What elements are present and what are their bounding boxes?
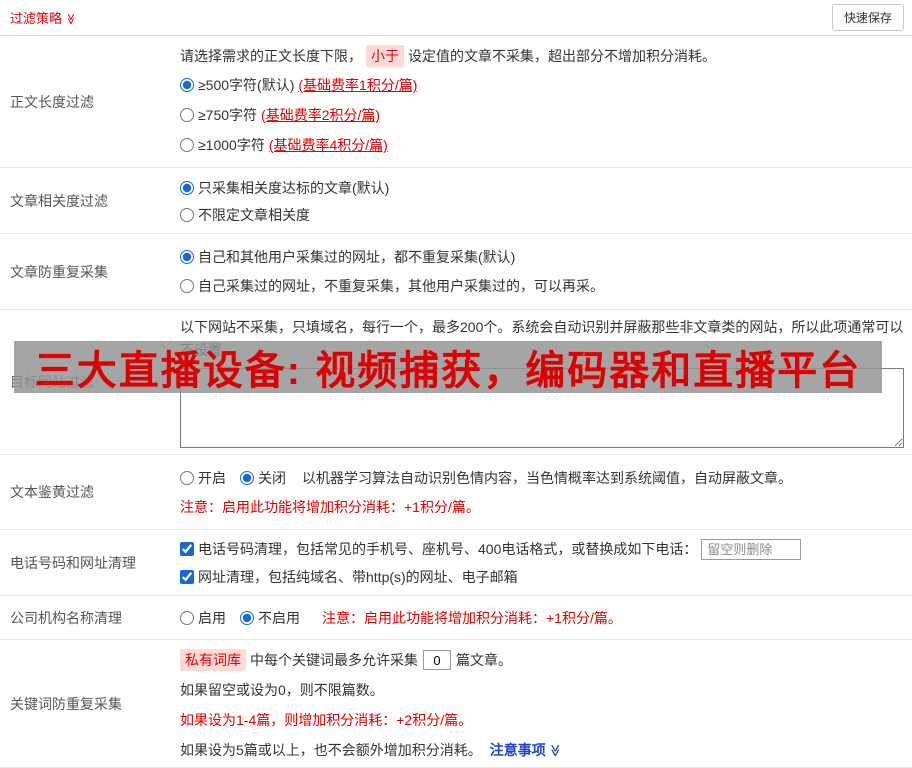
intro-text-post: 设定值的文章不采集，超出部分不增加积分消耗。 (408, 48, 716, 64)
company-clean-radio-on[interactable] (180, 610, 194, 625)
watermark-text: 三大直播设备: 视频捕获，编码器和直播平台 (34, 349, 862, 393)
option-label: 不启用 (258, 609, 300, 626)
company-clean-option-on[interactable]: 启用 (180, 608, 226, 628)
intro-highlight: 小于 (366, 45, 404, 67)
section-porn-filter: 文本鉴黄过滤 开启 关闭 以机器学习算法自动识别色情内容，当色情概率达到系统阈值… (0, 455, 912, 530)
option-label: 不限定文章相关度 (198, 206, 310, 223)
page-title-text: 过滤策略 (10, 11, 63, 26)
section-label-length: 正文长度过滤 (10, 93, 94, 110)
watermark-overlay: 三大直播设备: 视频捕获，编码器和直播平台 (14, 341, 882, 393)
topbar: 过滤策略 ≫ 快速保存 (0, 0, 912, 36)
keyword-note-unlimited: 如果留空或设为0，则不限篇数。 (180, 682, 384, 698)
option-label: 自己采集过的网址，不重复采集，其他用户采集过的，可以再采。 (198, 277, 604, 294)
length-radio-1000[interactable] (180, 138, 194, 152)
section-label-relevance: 文章相关度过滤 (10, 192, 108, 209)
page-title[interactable]: 过滤策略 ≫ (10, 8, 78, 27)
length-intro: 请选择需求的正文长度下限， 小于 设定值的文章不采集，超出部分不增加积分消耗。 (180, 42, 904, 70)
option-label: 开启 (198, 470, 226, 486)
phone-replace-input[interactable] (701, 538, 802, 560)
section-keyword-dedup: 关键词防重复采集 私有词库 中每个关键词最多允许采集 篇文章。 如果留空或设为0… (0, 640, 912, 768)
porn-radio-on[interactable] (180, 471, 194, 485)
private-lexicon-highlight: 私有词库 (180, 649, 246, 671)
section-dedup-filter: 文章防重复采集 自己和其他用户采集过的网址，都不重复采集(默认) 自己采集过的网… (0, 234, 912, 310)
company-clean-option-off[interactable]: 不启用 (240, 608, 300, 628)
dedup-radio-all-users[interactable] (180, 249, 194, 264)
keyword-note-free: 如果设为5篇或以上，也不会额外增加积分消耗。 (180, 742, 482, 758)
phone-clean-checkbox[interactable] (180, 542, 194, 556)
dedup-option-self-only[interactable]: 自己采集过的网址，不重复采集，其他用户采集过的，可以再采。 (180, 276, 604, 296)
option-label: 自己和其他用户采集过的网址，都不重复采集(默认) (198, 248, 516, 265)
option-label: 电话号码清理，包括常见的手机号、座机号、400电话格式，或替换成如下电话： (198, 541, 698, 557)
dedup-option-all-users[interactable]: 自己和其他用户采集过的网址，都不重复采集(默认) (180, 247, 515, 267)
section-label-porn: 文本鉴黄过滤 (10, 484, 94, 500)
quick-save-button[interactable]: 快速保存 (831, 4, 904, 31)
company-clean-cost-note: 注意：启用此功能将增加积分消耗：+1积分/篇。 (322, 609, 622, 626)
company-clean-radio-off[interactable] (240, 610, 254, 625)
option-label: 网址清理，包括纯域名、带http(s)的网址、电子邮箱 (198, 569, 518, 585)
option-label: 启用 (198, 609, 226, 626)
section-relevance-filter: 文章相关度过滤 只采集相关度达标的文章(默认) 不限定文章相关度 (0, 168, 912, 234)
length-option-1000[interactable]: ≥1000字符 (基础费率4积分/篇) (180, 135, 388, 155)
keyword-note-cost: 如果设为1-4篇，则增加积分消耗：+2积分/篇。 (180, 712, 473, 728)
phone-clean-option[interactable]: 电话号码清理，包括常见的手机号、座机号、400电话格式，或替换成如下电话： (180, 539, 697, 559)
option-fee-note: (基础费率1积分/篇) (298, 77, 418, 93)
section-label-company: 公司机构名称清理 (10, 609, 122, 626)
url-clean-checkbox[interactable] (180, 570, 194, 584)
relevance-option-strict[interactable]: 只采集相关度达标的文章(默认) (180, 178, 389, 198)
option-label: ≥750字符 (198, 107, 258, 123)
option-fee-note: (基础费率2积分/篇) (261, 107, 381, 123)
relevance-radio-strict[interactable] (180, 180, 194, 195)
porn-option-off[interactable]: 关闭 (240, 468, 286, 488)
option-label: ≥500字符(默认) (198, 77, 295, 93)
option-label: ≥1000字符 (198, 137, 265, 153)
porn-filter-desc: 以机器学习算法自动识别色情内容，当色情概率达到系统阈值，自动屏蔽文章。 (302, 470, 792, 486)
section-phone-url-clean: 电话号码和网址清理 电话号码清理，包括常见的手机号、座机号、400电话格式，或替… (0, 530, 912, 596)
relevance-radio-any[interactable] (180, 207, 194, 222)
length-radio-500[interactable] (180, 78, 194, 92)
section-length-filter: 正文长度过滤 请选择需求的正文长度下限， 小于 设定值的文章不采集，超出部分不增… (0, 36, 912, 168)
intro-text-pre: 请选择需求的正文长度下限， (180, 48, 362, 64)
notes-link[interactable]: 注意事项 ≫ (490, 740, 563, 760)
chevron-down-icon: ≫ (64, 13, 78, 25)
chevron-down-icon: ≫ (548, 744, 563, 757)
porn-filter-cost-note: 注意：启用此功能将增加积分消耗：+1积分/篇。 (180, 499, 480, 515)
porn-option-on[interactable]: 开启 (180, 468, 226, 488)
dedup-radio-self-only[interactable] (180, 278, 194, 293)
option-label: 关闭 (258, 470, 286, 486)
length-radio-750[interactable] (180, 108, 194, 122)
url-clean-option[interactable]: 网址清理，包括纯域名、带http(s)的网址、电子邮箱 (180, 567, 518, 587)
section-company-clean: 公司机构名称清理 启用 不启用 注意：启用此功能将增加积分消耗：+1积分/篇。 (0, 596, 912, 640)
keyword-limit-unit: 篇文章。 (456, 652, 512, 668)
keyword-limit-input[interactable] (423, 650, 451, 670)
option-fee-note: (基础费率4积分/篇) (268, 137, 388, 153)
section-label-keyword: 关键词防重复采集 (10, 695, 122, 712)
relevance-option-any[interactable]: 不限定文章相关度 (180, 205, 310, 225)
keyword-limit-text: 中每个关键词最多允许采集 (250, 652, 418, 668)
option-label: 只采集相关度达标的文章(默认) (198, 179, 390, 196)
length-option-500[interactable]: ≥500字符(默认) (基础费率1积分/篇) (180, 75, 417, 95)
porn-radio-off[interactable] (240, 471, 254, 485)
section-label-dedup: 文章防重复采集 (10, 263, 108, 280)
notes-link-text: 注意事项 (489, 742, 546, 758)
length-option-750[interactable]: ≥750字符 (基础费率2积分/篇) (180, 105, 380, 125)
section-label-phone-url: 电话号码和网址清理 (10, 554, 136, 571)
